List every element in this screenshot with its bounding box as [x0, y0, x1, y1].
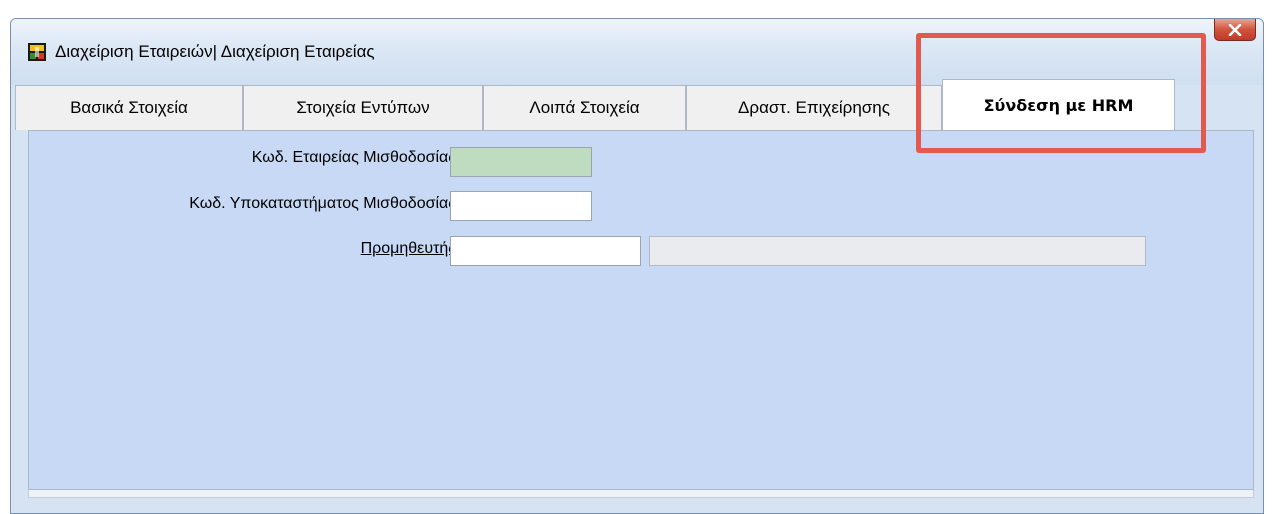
company-code-input[interactable]	[450, 147, 592, 177]
tab-hrm-connection[interactable]: Σύνδεση με HRM	[942, 79, 1175, 130]
title-bar[interactable]: Διαχείριση Εταιρειών| Διαχείριση Εταιρεί…	[11, 19, 1263, 85]
close-icon	[1228, 23, 1242, 36]
hrm-connection-panel: Κωδ. Εταιρείας Μισθοδοσίας Κωδ. Υποκατασ…	[28, 130, 1254, 490]
branch-code-label: Κωδ. Υποκαταστήματος Μισθοδοσίας	[189, 195, 456, 212]
tab-strip: Βασικά Στοιχεία Στοιχεία Εντύπων Λοιπά Σ…	[15, 79, 1259, 130]
close-button[interactable]	[1214, 19, 1256, 41]
panel-bottom-edge	[28, 490, 1254, 498]
branch-code-input[interactable]	[450, 191, 592, 221]
tab-other-info[interactable]: Λοιπά Στοιχεία	[483, 85, 686, 130]
company-management-window: Διαχείριση Εταιρειών| Διαχείριση Εταιρεί…	[10, 18, 1264, 514]
tab-basic-info[interactable]: Βασικά Στοιχεία	[15, 85, 243, 130]
app-icon	[28, 43, 46, 61]
company-code-label: Κωδ. Εταιρείας Μισθοδοσίας	[251, 149, 456, 166]
window-title: Διαχείριση Εταιρειών| Διαχείριση Εταιρεί…	[55, 42, 375, 61]
supplier-code-input[interactable]	[450, 236, 641, 266]
tab-business-activity[interactable]: Δραστ. Επιχείρησης	[686, 85, 942, 130]
tab-forms-info[interactable]: Στοιχεία Εντύπων	[243, 85, 483, 130]
supplier-link[interactable]: Προμηθευτής	[361, 240, 456, 258]
supplier-name-field	[649, 236, 1146, 266]
